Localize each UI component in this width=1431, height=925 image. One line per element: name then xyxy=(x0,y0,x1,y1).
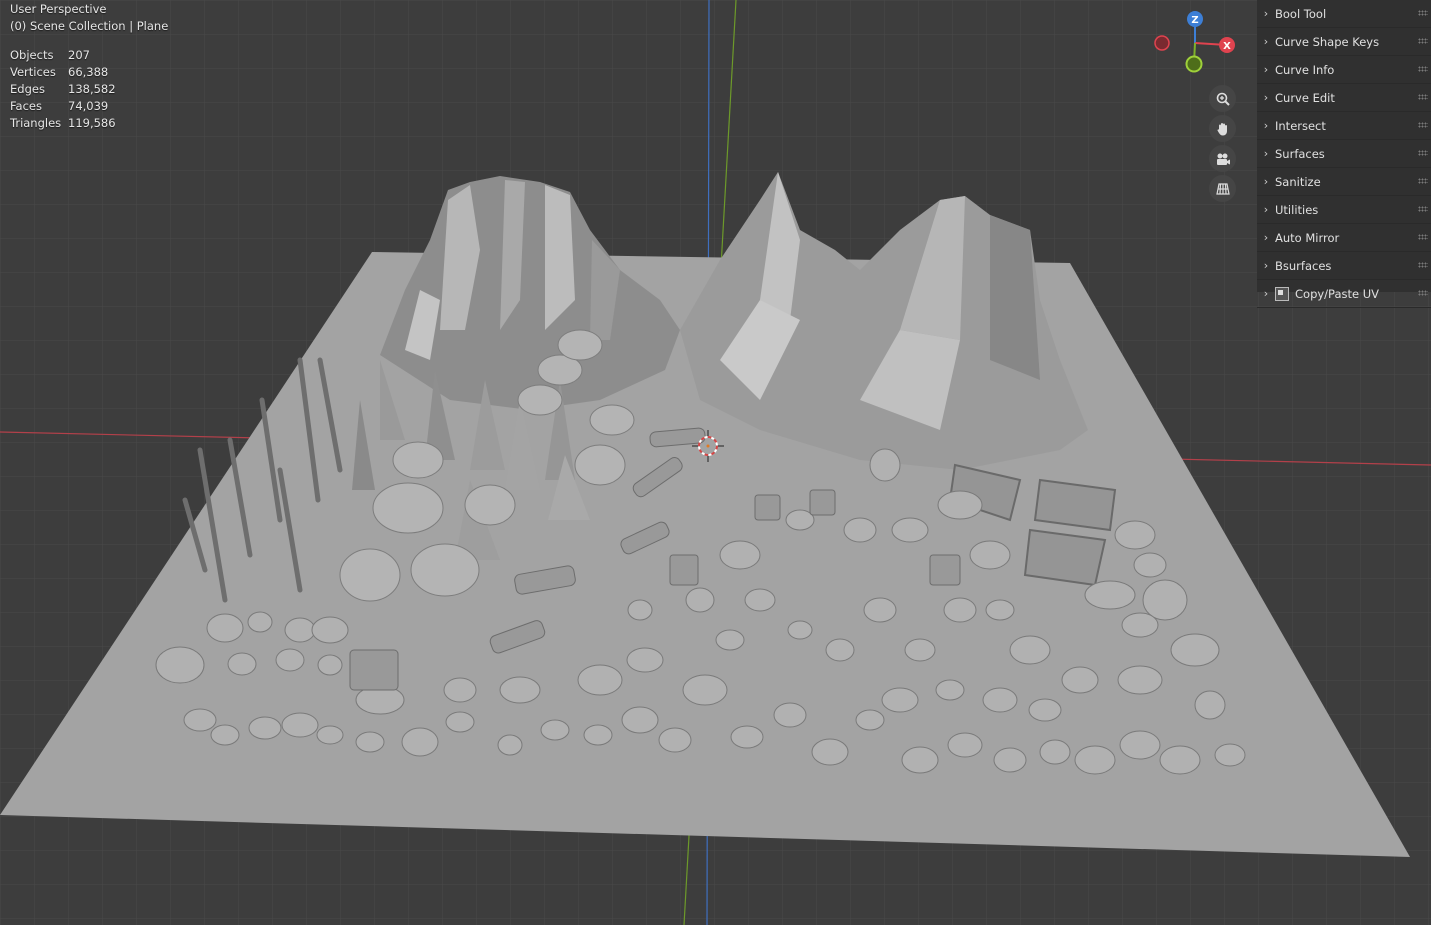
panel-label: Curve Edit xyxy=(1275,90,1335,105)
3d-viewport[interactable]: User Perspective (0) Scene Collection | … xyxy=(0,0,1431,925)
stat-label: Objects xyxy=(10,48,54,62)
gizmo-y-axis xyxy=(1185,55,1203,73)
panel-label: Copy/Paste UV xyxy=(1295,286,1380,301)
panel-curve-edit[interactable]: › Curve Edit xyxy=(1257,84,1431,112)
drag-grip-icon[interactable] xyxy=(1418,262,1428,268)
zoom-icon[interactable] xyxy=(1209,85,1236,112)
drag-grip-icon[interactable] xyxy=(1418,38,1428,44)
chevron-right-icon: › xyxy=(1263,203,1269,216)
navigation-gizmo[interactable]: Z X xyxy=(1150,8,1240,80)
stat-row: Faces 74,039 xyxy=(10,98,116,115)
panel-label: Curve Shape Keys xyxy=(1275,34,1380,49)
drag-grip-icon[interactable] xyxy=(1418,10,1428,16)
drag-grip-icon[interactable] xyxy=(1418,122,1428,128)
drag-grip-icon[interactable] xyxy=(1418,94,1428,100)
hand-pan-icon[interactable] xyxy=(1209,115,1236,142)
panel-label: Intersect xyxy=(1275,118,1326,133)
chevron-right-icon: › xyxy=(1263,231,1269,244)
scene-statistics: Objects 207 Vertices 66,388 Edges 138,582 F… xyxy=(10,47,116,132)
sidebar-panels: › Bool Tool › Curve Shape Keys › Curve Info… xyxy=(1257,0,1431,308)
panel-copy-paste-uv[interactable]: › Copy/Paste UV xyxy=(1257,280,1431,308)
camera-icon[interactable] xyxy=(1209,145,1236,172)
drag-grip-icon[interactable] xyxy=(1418,66,1428,72)
panel-sanitize[interactable]: › Sanitize xyxy=(1257,168,1431,196)
gizmo-z-label: Z xyxy=(1191,15,1198,26)
stat-value: 74,039 xyxy=(68,99,109,113)
stat-label: Edges xyxy=(10,82,45,96)
chevron-right-icon: › xyxy=(1263,119,1269,132)
stat-row: Objects 207 xyxy=(10,47,116,64)
stat-row: Vertices 66,388 xyxy=(10,64,116,81)
panel-label: Auto Mirror xyxy=(1275,230,1340,245)
panel-label: Sanitize xyxy=(1275,174,1321,189)
drag-grip-icon[interactable] xyxy=(1418,178,1428,184)
stat-row: Triangles 119,586 xyxy=(10,115,116,132)
stat-label: Vertices xyxy=(10,65,56,79)
panel-label: Curve Info xyxy=(1275,62,1335,77)
collection-label: (0) Scene Collection | Plane xyxy=(10,19,169,33)
chevron-right-icon: › xyxy=(1263,259,1269,272)
stat-row: Edges 138,582 xyxy=(10,81,116,98)
stat-value: 138,582 xyxy=(68,82,116,96)
drag-grip-icon[interactable] xyxy=(1418,290,1428,296)
chevron-right-icon: › xyxy=(1263,63,1269,76)
stat-label: Triangles xyxy=(10,116,62,130)
panel-label: Utilities xyxy=(1275,202,1319,217)
drag-grip-icon[interactable] xyxy=(1418,234,1428,240)
panel-label: Surfaces xyxy=(1275,146,1325,161)
gizmo-neg-x-axis xyxy=(1154,35,1170,51)
chevron-right-icon: › xyxy=(1263,35,1269,48)
uv-icon xyxy=(1275,286,1289,301)
panel-surfaces[interactable]: › Surfaces xyxy=(1257,140,1431,168)
chevron-right-icon: › xyxy=(1263,91,1269,104)
stat-value: 66,388 xyxy=(68,65,109,79)
panel-label: Bool Tool xyxy=(1275,6,1327,21)
view-name: User Perspective xyxy=(10,2,107,16)
panel-auto-mirror[interactable]: › Auto Mirror xyxy=(1257,224,1431,252)
panel-bsurfaces[interactable]: › Bsurfaces xyxy=(1257,252,1431,280)
chevron-right-icon: › xyxy=(1263,7,1269,20)
grid-ortho-icon[interactable] xyxy=(1209,175,1236,202)
gizmo-x-label: X xyxy=(1223,41,1231,52)
chevron-right-icon: › xyxy=(1263,287,1269,300)
panel-intersect[interactable]: › Intersect xyxy=(1257,112,1431,140)
drag-grip-icon[interactable] xyxy=(1418,150,1428,156)
drag-grip-icon[interactable] xyxy=(1418,206,1428,212)
panel-curve-info[interactable]: › Curve Info xyxy=(1257,56,1431,84)
chevron-right-icon: › xyxy=(1263,175,1269,188)
panel-bool-tool[interactable]: › Bool Tool xyxy=(1257,0,1431,28)
chevron-right-icon: › xyxy=(1263,147,1269,160)
stat-label: Faces xyxy=(10,99,42,113)
panel-label: Bsurfaces xyxy=(1275,258,1332,273)
stat-value: 207 xyxy=(68,48,90,62)
stat-value: 119,586 xyxy=(68,116,116,130)
panel-utilities[interactable]: › Utilities xyxy=(1257,196,1431,224)
viewport-info: User Perspective (0) Scene Collection | … xyxy=(10,1,168,35)
panel-curve-shape-keys[interactable]: › Curve Shape Keys xyxy=(1257,28,1431,56)
